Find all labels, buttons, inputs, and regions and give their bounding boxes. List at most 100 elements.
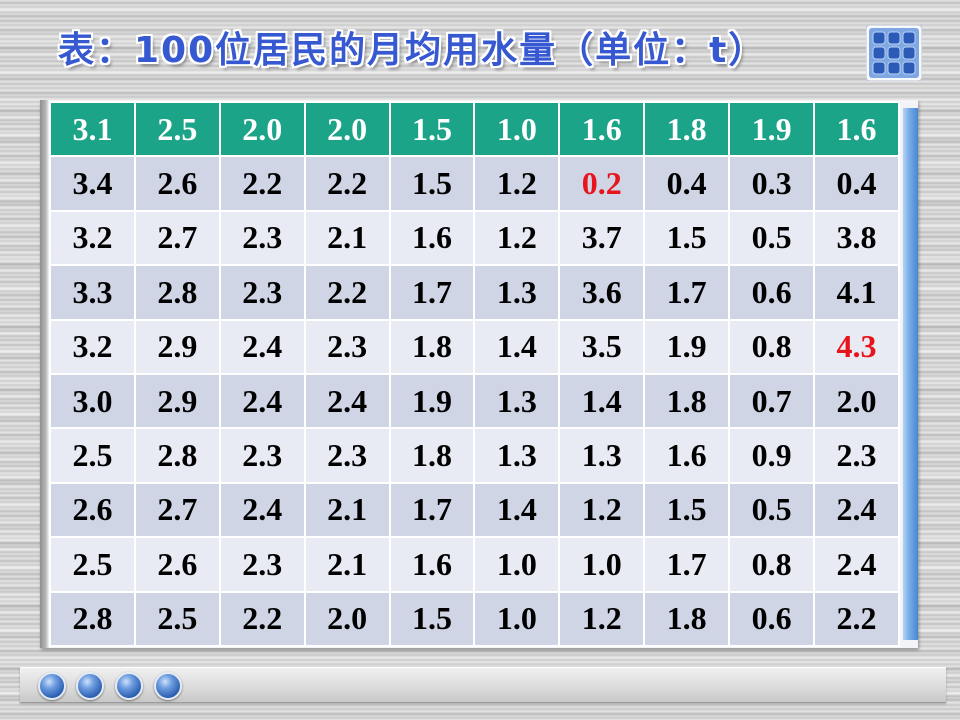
table-cell: 1.2	[473, 155, 561, 212]
table-cell: 1.6	[813, 100, 900, 158]
table-row: 3.2 2.9 2.4 2.3 1.8 1.4 3.5 1.9 0.8 4.3	[49, 318, 900, 375]
table-cell-highlighted: 4.3	[813, 318, 900, 375]
table-cell: 2.1	[303, 481, 391, 539]
table-row: 2.8 2.5 2.2 2.0 1.5 1.0 1.2 1.8 0.6 2.2	[49, 590, 900, 648]
table-cell: 0.4	[643, 155, 731, 212]
table-cell: 1.6	[558, 100, 646, 158]
table-cell: 2.4	[218, 318, 306, 375]
table-cell: 2.7	[133, 209, 221, 267]
table-cell: 1.7	[388, 481, 476, 539]
table-cell: 4.1	[813, 264, 900, 321]
grid-menu-button[interactable]	[866, 25, 922, 81]
table-cell: 2.4	[218, 372, 306, 430]
table-cell: 3.8	[813, 209, 900, 267]
table-row: 2.5 2.6 2.3 2.1 1.6 1.0 1.0 1.7 0.8 2.4	[49, 536, 900, 593]
table-cell: 3.3	[49, 264, 136, 321]
table-cell: 1.2	[558, 481, 646, 539]
table-row: 3.4 2.6 2.2 2.2 1.5 1.2 0.2 0.4 0.3 0.4	[49, 155, 900, 212]
table-row: 3.3 2.8 2.3 2.2 1.7 1.3 3.6 1.7 0.6 4.1	[49, 264, 900, 321]
table-cell: 2.1	[303, 536, 391, 593]
table-cell: 0.5	[728, 209, 816, 267]
table-body: 3.1 2.5 2.0 2.0 1.5 1.0 1.6 1.8 1.9 1.6 3.4 2.6 2.2 2…	[49, 100, 900, 648]
table-cell: 1.0	[473, 536, 561, 593]
table-cell: 2.0	[813, 372, 900, 430]
table-cell: 2.6	[133, 536, 221, 593]
table-cell: 2.6	[133, 155, 221, 212]
table-cell: 2.9	[133, 372, 221, 430]
nav-button-4[interactable]	[154, 672, 182, 700]
table-cell: 2.7	[133, 481, 221, 539]
table-cell: 1.7	[388, 264, 476, 321]
table-cell: 2.5	[49, 427, 136, 484]
table-cell: 2.2	[303, 155, 391, 212]
table-cell: 0.5	[728, 481, 816, 539]
table-row: 3.2 2.7 2.3 2.1 1.6 1.2 3.7 1.5 0.5 3.8	[49, 209, 900, 267]
table-cell: 1.8	[388, 318, 476, 375]
table-row: 2.5 2.8 2.3 2.3 1.8 1.3 1.3 1.6 0.9 2.3	[49, 427, 900, 484]
table-row: 3.0 2.9 2.4 2.4 1.9 1.3 1.4 1.8 0.7 2.0	[49, 372, 900, 430]
table-cell: 2.1	[303, 209, 391, 267]
table-cell: 1.7	[643, 264, 731, 321]
table-cell: 2.2	[813, 590, 900, 648]
table-cell: 1.8	[643, 100, 731, 158]
table-cell: 2.5	[49, 536, 136, 593]
table-cell: 1.5	[643, 209, 731, 267]
table-cell: 1.9	[728, 100, 816, 158]
slide-nav-bar	[20, 667, 946, 703]
table-cell-highlighted: 0.2	[558, 155, 646, 212]
table-cell: 2.2	[218, 590, 306, 648]
table-cell: 3.0	[49, 372, 136, 430]
table-first-row: 3.1 2.5 2.0 2.0 1.5 1.0 1.6 1.8 1.9 1.6	[49, 100, 900, 158]
table-cell: 1.7	[643, 536, 731, 593]
table-cell: 2.2	[303, 264, 391, 321]
table-cell: 2.9	[133, 318, 221, 375]
table-cell: 1.9	[643, 318, 731, 375]
table-cell: 0.9	[728, 427, 816, 484]
table-cell: 0.8	[728, 536, 816, 593]
slide-title: 表：100位居民的月均用水量（单位：t）	[58, 30, 767, 71]
table-cell: 1.9	[388, 372, 476, 430]
table-cell: 1.0	[473, 590, 561, 648]
table-cell: 2.4	[303, 372, 391, 430]
table-cell: 2.5	[133, 100, 221, 158]
table-cell: 1.3	[473, 264, 561, 321]
grid-menu-icon	[866, 25, 922, 81]
nav-button-3[interactable]	[115, 672, 143, 700]
water-usage-table: 3.1 2.5 2.0 2.0 1.5 1.0 1.6 1.8 1.9 1.6 3.4 2.6 2.2 2…	[49, 100, 900, 648]
table-cell: 2.3	[218, 427, 306, 484]
table-row: 2.6 2.7 2.4 2.1 1.7 1.4 1.2 1.5 0.5 2.4	[49, 481, 900, 539]
table-cell: 1.3	[473, 427, 561, 484]
table-cell: 2.0	[303, 590, 391, 648]
table-cell: 0.6	[728, 264, 816, 321]
table-cell: 2.5	[133, 590, 221, 648]
table-cell: 1.3	[558, 427, 646, 484]
table-cell: 2.0	[303, 100, 391, 158]
table-cell: 2.8	[133, 264, 221, 321]
table-cell: 1.5	[388, 155, 476, 212]
table-cell: 2.3	[218, 209, 306, 267]
table-cell: 3.6	[558, 264, 646, 321]
table-cell: 1.8	[643, 590, 731, 648]
table-cell: 0.7	[728, 372, 816, 430]
table-cell: 1.5	[388, 100, 476, 158]
table-cell: 2.8	[133, 427, 221, 484]
table-cell: 0.3	[728, 155, 816, 212]
nav-button-1[interactable]	[38, 672, 66, 700]
table-cell: 1.2	[558, 590, 646, 648]
table-cell: 1.4	[473, 481, 561, 539]
table-cell: 1.3	[473, 372, 561, 430]
nav-button-2[interactable]	[76, 672, 104, 700]
table-cell: 2.3	[218, 264, 306, 321]
table-cell: 2.4	[218, 481, 306, 539]
table-cell: 0.6	[728, 590, 816, 648]
table-cell: 2.3	[813, 427, 900, 484]
table-cell: 3.1	[49, 100, 136, 158]
table-cell: 2.4	[813, 536, 900, 593]
table-cell: 1.5	[388, 590, 476, 648]
table-cell: 3.2	[49, 318, 136, 375]
panel-accent-strip	[902, 108, 918, 640]
table-cell: 1.8	[643, 372, 731, 430]
table-cell: 2.6	[49, 481, 136, 539]
table-cell: 1.6	[388, 209, 476, 267]
table-cell: 2.3	[303, 318, 391, 375]
